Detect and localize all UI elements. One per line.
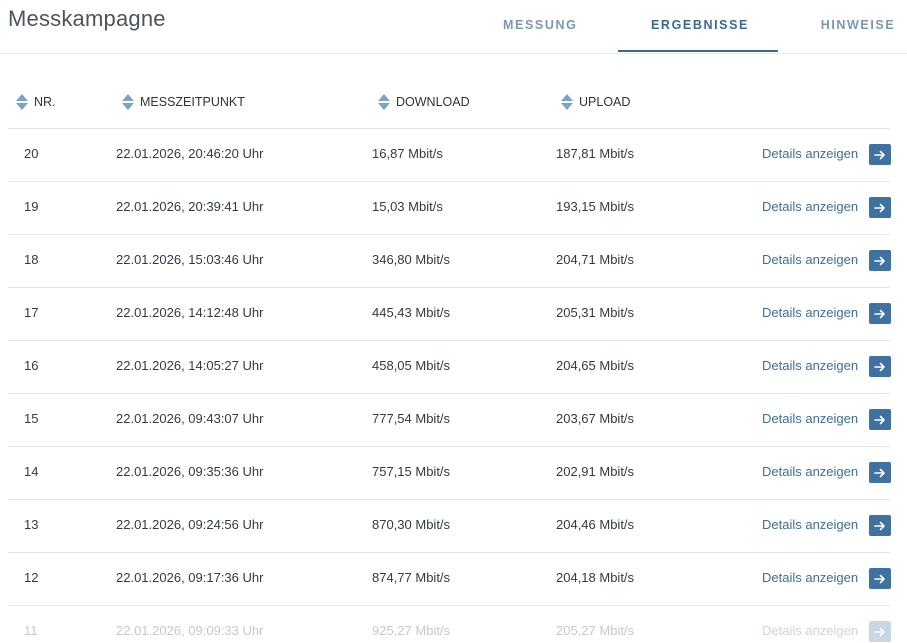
cell-upload: 205,27 Mbit/s — [556, 623, 635, 638]
cell-upload: 204,18 Mbit/s — [556, 570, 635, 585]
arrow-right-icon[interactable] — [869, 144, 891, 165]
table-row: 18 22.01.2026, 15:03:46 Uhr 346,80 Mbit/… — [8, 235, 891, 288]
details-link[interactable]: Details anzeigen — [762, 146, 858, 161]
table-header: NR. MESSZEITPUNKT DOWNLOAD UPLOAD — [8, 74, 890, 129]
cell-download: 15,03 Mbit/s — [372, 199, 443, 214]
arrow-right-icon[interactable] — [869, 197, 891, 218]
cell-messzeitpunkt: 22.01.2026, 09:24:56 Uhr — [116, 517, 264, 532]
cell-upload: 204,46 Mbit/s — [556, 517, 635, 532]
cell-upload: 204,65 Mbit/s — [556, 358, 635, 373]
column-header-label: UPLOAD — [579, 95, 631, 109]
column-header-label: NR. — [34, 95, 56, 109]
table-row: 15 22.01.2026, 09:43:07 Uhr 777,54 Mbit/… — [8, 394, 891, 447]
cell-download: 874,77 Mbit/s — [372, 570, 451, 585]
page-header: Messkampagne MESSUNG ERGEBNISSE HINWEISE — [0, 0, 907, 54]
sort-icon — [16, 94, 28, 110]
table-row: 12 22.01.2026, 09:17:36 Uhr 874,77 Mbit/… — [8, 553, 891, 606]
sort-icon — [378, 94, 390, 110]
arrow-right-icon[interactable] — [869, 568, 891, 589]
cell-messzeitpunkt: 22.01.2026, 20:46:20 Uhr — [116, 146, 264, 161]
cell-upload: 203,67 Mbit/s — [556, 411, 635, 426]
arrow-right-icon[interactable] — [869, 409, 891, 430]
column-header-label: DOWNLOAD — [396, 95, 470, 109]
results-page: Messkampagne MESSUNG ERGEBNISSE HINWEISE… — [0, 0, 907, 643]
table-row: 16 22.01.2026, 14:05:27 Uhr 458,05 Mbit/… — [8, 341, 891, 394]
table-row: 19 22.01.2026, 20:39:41 Uhr 15,03 Mbit/s… — [8, 182, 891, 235]
cell-messzeitpunkt: 22.01.2026, 09:43:07 Uhr — [116, 411, 264, 426]
sort-icon — [122, 94, 134, 110]
column-header-label: MESSZEITPUNKT — [140, 95, 245, 109]
details-link[interactable]: Details anzeigen — [762, 199, 858, 214]
arrow-right-icon[interactable] — [869, 621, 891, 642]
details-link[interactable]: Details anzeigen — [762, 464, 858, 479]
cell-download: 777,54 Mbit/s — [372, 411, 451, 426]
cell-upload: 205,31 Mbit/s — [556, 305, 635, 320]
cell-messzeitpunkt: 22.01.2026, 09:17:36 Uhr — [116, 570, 264, 585]
details-link[interactable]: Details anzeigen — [762, 623, 858, 638]
cell-nr: 11 — [24, 623, 38, 638]
cell-nr: 16 — [24, 358, 39, 373]
page-title: Messkampagne — [8, 6, 166, 31]
arrow-right-icon[interactable] — [869, 462, 891, 483]
cell-download: 16,87 Mbit/s — [372, 146, 443, 161]
details-link[interactable]: Details anzeigen — [762, 517, 858, 532]
cell-nr: 14 — [24, 464, 39, 479]
arrow-right-icon[interactable] — [869, 303, 891, 324]
cell-messzeitpunkt: 22.01.2026, 15:03:46 Uhr — [116, 252, 264, 267]
table-row: 17 22.01.2026, 14:12:48 Uhr 445,43 Mbit/… — [8, 288, 891, 341]
cell-download: 445,43 Mbit/s — [372, 305, 451, 320]
results-table-body: 20 22.01.2026, 20:46:20 Uhr 16,87 Mbit/s… — [8, 129, 891, 643]
column-header-nr[interactable]: NR. — [16, 94, 56, 110]
cell-download: 458,05 Mbit/s — [372, 358, 451, 373]
tab-hinweise[interactable]: HINWEISE — [820, 18, 896, 32]
cell-nr: 13 — [24, 517, 39, 532]
column-header-messzeitpunkt[interactable]: MESSZEITPUNKT — [122, 94, 245, 110]
cell-messzeitpunkt: 22.01.2026, 20:39:41 Uhr — [116, 199, 264, 214]
cell-messzeitpunkt: 22.01.2026, 14:12:48 Uhr — [116, 305, 264, 320]
sort-icon — [561, 94, 573, 110]
cell-nr: 15 — [24, 411, 39, 426]
arrow-right-icon[interactable] — [869, 515, 891, 536]
cell-upload: 187,81 Mbit/s — [556, 146, 635, 161]
cell-nr: 18 — [24, 252, 39, 267]
details-link[interactable]: Details anzeigen — [762, 305, 858, 320]
cell-upload: 202,91 Mbit/s — [556, 464, 635, 479]
cell-nr: 12 — [24, 570, 39, 585]
cell-upload: 193,15 Mbit/s — [556, 199, 635, 214]
details-link[interactable]: Details anzeigen — [762, 570, 858, 585]
column-header-upload[interactable]: UPLOAD — [561, 94, 630, 110]
column-header-download[interactable]: DOWNLOAD — [378, 94, 470, 110]
arrow-right-icon[interactable] — [869, 250, 891, 271]
cell-download: 925,27 Mbit/s — [372, 623, 451, 638]
details-link[interactable]: Details anzeigen — [762, 411, 858, 426]
cell-nr: 20 — [24, 146, 39, 161]
cell-messzeitpunkt: 22.01.2026, 14:05:27 Uhr — [116, 358, 264, 373]
cell-messzeitpunkt: 22.01.2026, 09:35:36 Uhr — [116, 464, 264, 479]
cell-nr: 17 — [24, 305, 39, 320]
cell-download: 346,80 Mbit/s — [372, 252, 451, 267]
active-tab-indicator — [618, 50, 778, 52]
table-row: 20 22.01.2026, 20:46:20 Uhr 16,87 Mbit/s… — [8, 129, 891, 182]
details-link[interactable]: Details anzeigen — [762, 358, 858, 373]
cell-messzeitpunkt: 22.01.2026, 09:09:33 Uhr — [116, 623, 264, 638]
table-row: 14 22.01.2026, 09:35:36 Uhr 757,15 Mbit/… — [8, 447, 891, 500]
cell-upload: 204,71 Mbit/s — [556, 252, 635, 267]
cell-nr: 19 — [24, 199, 39, 214]
cell-download: 870,30 Mbit/s — [372, 517, 451, 532]
cell-download: 757,15 Mbit/s — [372, 464, 451, 479]
tab-messung[interactable]: MESSUNG — [503, 18, 576, 32]
table-row: 11 22.01.2026, 09:09:33 Uhr 925,27 Mbit/… — [8, 606, 891, 643]
arrow-right-icon[interactable] — [869, 356, 891, 377]
table-row: 13 22.01.2026, 09:24:56 Uhr 870,30 Mbit/… — [8, 500, 891, 553]
details-link[interactable]: Details anzeigen — [762, 252, 858, 267]
tab-ergebnisse[interactable]: ERGEBNISSE — [651, 18, 747, 32]
